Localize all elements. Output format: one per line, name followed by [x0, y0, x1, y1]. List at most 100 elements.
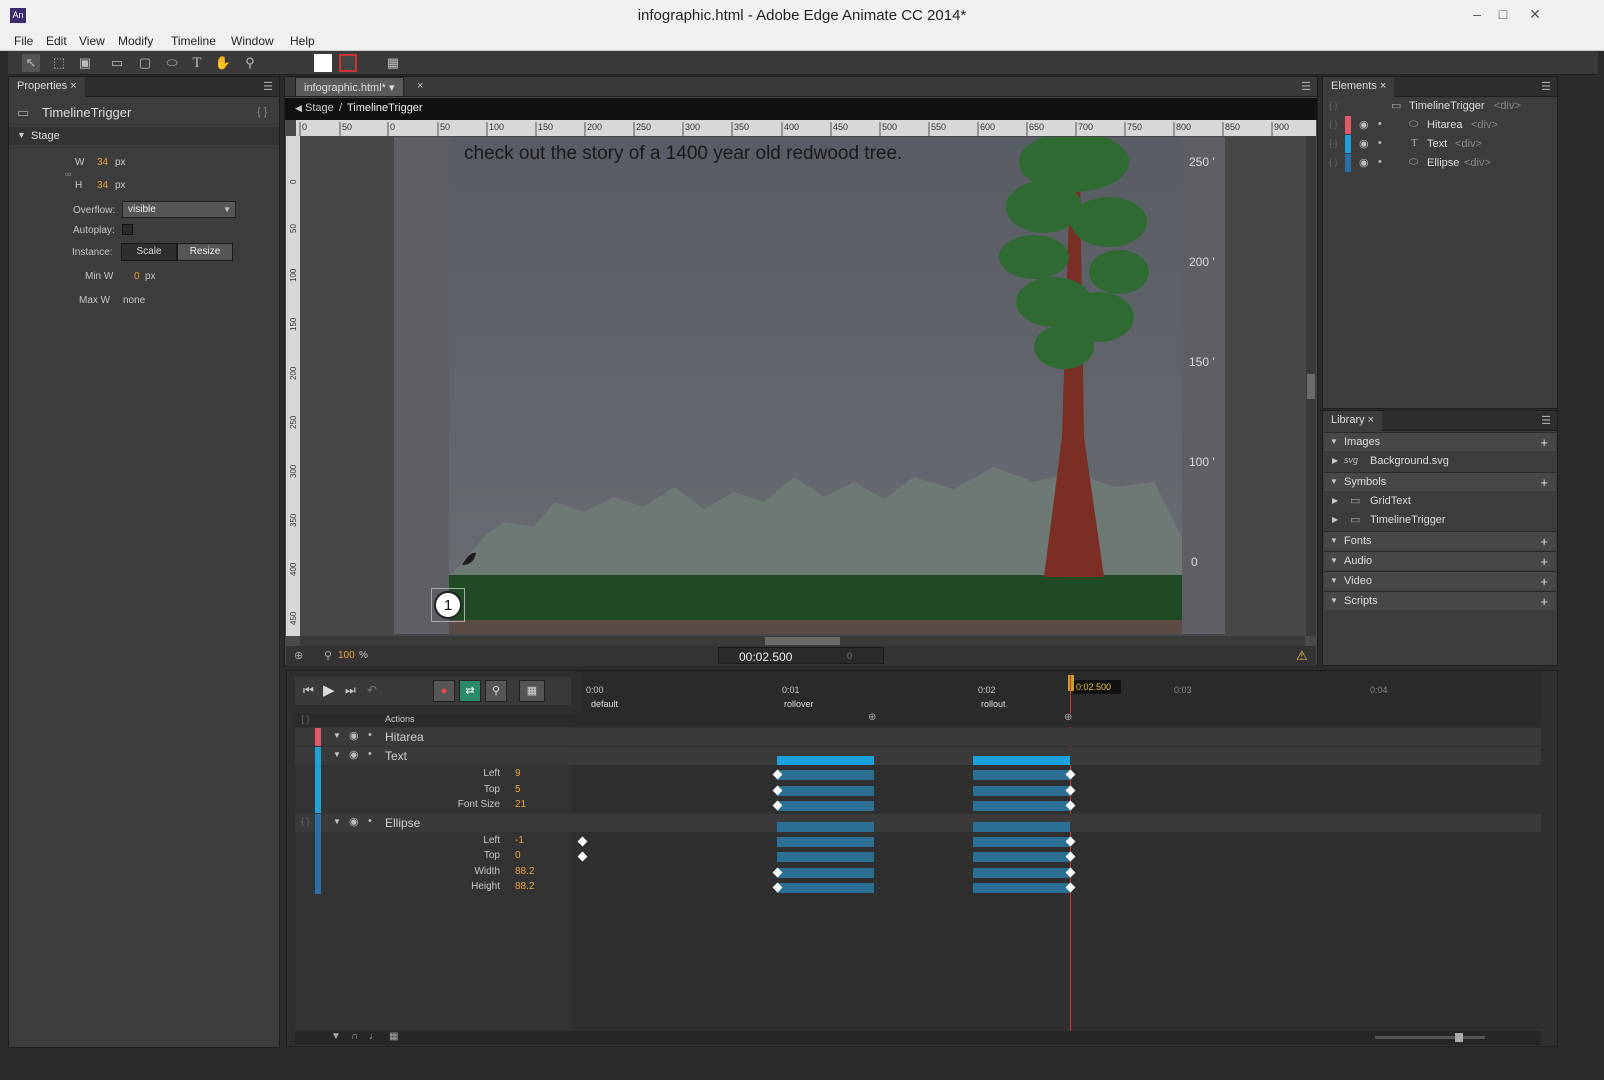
- timeline-trigger-selection[interactable]: 1: [431, 588, 465, 622]
- timeline-row-hitarea[interactable]: ▼ ◉ • Hitarea: [295, 728, 1541, 746]
- vertical-scrollbar[interactable]: [1306, 136, 1316, 636]
- stage-panel-menu-icon[interactable]: ☰: [1301, 80, 1311, 93]
- zoom-value[interactable]: 100: [338, 650, 355, 661]
- braces-icon[interactable]: { }: [1329, 157, 1338, 167]
- max-w-value[interactable]: none: [123, 295, 145, 306]
- prop-left-value[interactable]: 9: [515, 768, 521, 779]
- ellipse-transition-rollout[interactable]: [973, 822, 1070, 832]
- label-rollover[interactable]: rollover: [784, 699, 814, 709]
- keyframe-diamond[interactable]: [577, 836, 588, 847]
- elements-panel-menu-icon[interactable]: ☰: [1541, 80, 1551, 93]
- trigger-icon[interactable]: ⊕: [1064, 712, 1072, 723]
- keyframe-bar[interactable]: [777, 837, 874, 847]
- library-section-scripts[interactable]: ▼ Scripts +: [1324, 591, 1556, 610]
- w-value[interactable]: 34: [97, 157, 108, 168]
- eye-icon[interactable]: ◉: [349, 815, 359, 828]
- keyframe-bar[interactable]: [973, 801, 1070, 811]
- magnet-icon[interactable]: ∩: [351, 1031, 358, 1042]
- braces-icon[interactable]: { }: [1329, 119, 1338, 129]
- library-item-timelinetrigger[interactable]: ▶ ▭ TimelineTrigger: [1324, 511, 1556, 530]
- keyframe-bar[interactable]: [973, 883, 1070, 893]
- min-w-value[interactable]: 0: [134, 271, 140, 282]
- properties-tab[interactable]: Properties ×: [9, 77, 85, 97]
- panel-menu-icon[interactable]: ☰: [263, 80, 273, 93]
- close-tab-icon[interactable]: ×: [417, 80, 423, 92]
- lock-dot-icon[interactable]: •: [1378, 156, 1382, 168]
- code-braces-icon[interactable]: { }: [257, 106, 267, 118]
- auto-transition-icon[interactable]: ⇄: [459, 680, 481, 702]
- clipping-tool-icon[interactable]: ▣: [76, 54, 94, 72]
- scale-button[interactable]: Scale: [121, 243, 177, 261]
- grid-toggle-icon[interactable]: ▦: [384, 54, 402, 72]
- lock-dot-icon[interactable]: •: [368, 748, 372, 760]
- braces-icon[interactable]: { }: [301, 816, 310, 826]
- stage-text[interactable]: check out the story of a 1400 year old r…: [464, 143, 902, 165]
- horizontal-scrollbar[interactable]: [300, 636, 1305, 646]
- library-section-video[interactable]: ▼ Video +: [1324, 571, 1556, 590]
- autoplay-checkbox[interactable]: [122, 224, 133, 235]
- add-audio-icon[interactable]: +: [1540, 554, 1548, 569]
- menu-view[interactable]: View: [79, 34, 105, 48]
- menu-modify[interactable]: Modify: [118, 34, 153, 48]
- back-arrow-icon[interactable]: ◀: [295, 103, 302, 114]
- maximize-icon[interactable]: □: [1488, 4, 1518, 24]
- playhead-handle[interactable]: [1068, 675, 1074, 691]
- timeline-row-ellipse[interactable]: { } ▼ ◉ • Ellipse: [295, 814, 1541, 894]
- library-section-symbols[interactable]: ▼ Symbols +: [1324, 472, 1556, 491]
- document-tab[interactable]: infographic.html* ▾: [295, 77, 404, 97]
- rectangle-tool-icon[interactable]: ▭: [108, 54, 126, 72]
- pin-icon[interactable]: ⚲: [485, 680, 507, 702]
- sound-icon[interactable]: ♩: [369, 1031, 379, 1042]
- ellipse-tool-icon[interactable]: ⬭: [163, 54, 181, 72]
- library-panel-menu-icon[interactable]: ☰: [1541, 414, 1551, 427]
- eye-icon[interactable]: ◉: [1359, 118, 1369, 131]
- h-value[interactable]: 34: [97, 180, 108, 191]
- go-to-end-icon[interactable]: ⏭: [345, 683, 356, 698]
- keyframe-bar[interactable]: [777, 786, 874, 796]
- horizontal-scroll-thumb[interactable]: [765, 637, 840, 645]
- element-row-ellipse[interactable]: { } ◉ • ⬭ Ellipse <div>: [1323, 154, 1557, 172]
- keyframe-bar[interactable]: [777, 801, 874, 811]
- zoom-tool-icon[interactable]: ⚲: [241, 54, 259, 72]
- menu-help[interactable]: Help: [290, 34, 315, 48]
- text-tool-icon[interactable]: T: [188, 54, 206, 72]
- prop-left-value[interactable]: -1: [515, 835, 524, 846]
- keyframe-bar[interactable]: [777, 868, 874, 878]
- add-symbol-icon[interactable]: +: [1540, 475, 1548, 490]
- prop-font-size-value[interactable]: 21: [515, 799, 526, 810]
- keyframe-bar[interactable]: [777, 852, 874, 862]
- elements-tab[interactable]: Elements ×: [1323, 77, 1395, 97]
- warning-icon[interactable]: ⚠: [1296, 648, 1308, 664]
- stage-section-header[interactable]: ▼ Stage: [9, 127, 279, 145]
- add-script-icon[interactable]: +: [1540, 594, 1548, 609]
- keyframe-bar[interactable]: [973, 786, 1070, 796]
- prop-top-value[interactable]: 0: [515, 850, 521, 861]
- menu-file[interactable]: File: [14, 34, 33, 48]
- lock-dot-icon[interactable]: •: [368, 815, 372, 827]
- selection-tool-icon[interactable]: ↖: [22, 54, 40, 72]
- fill-color-swatch[interactable]: [314, 54, 332, 72]
- zoom-slider[interactable]: [1375, 1033, 1485, 1042]
- vertical-scroll-thumb[interactable]: [1307, 374, 1315, 399]
- rounded-rectangle-tool-icon[interactable]: ▢: [136, 54, 154, 72]
- library-section-fonts[interactable]: ▼ Fonts +: [1324, 531, 1556, 550]
- menu-edit[interactable]: Edit: [46, 34, 67, 48]
- add-font-icon[interactable]: +: [1540, 534, 1548, 549]
- auto-keyframe-icon[interactable]: ●: [433, 680, 455, 702]
- text-transition-rollout[interactable]: [973, 756, 1070, 765]
- eye-icon[interactable]: ◉: [349, 748, 359, 761]
- keyframe-bar[interactable]: [973, 852, 1070, 862]
- menu-window[interactable]: Window: [231, 34, 274, 48]
- time-display[interactable]: 00:02.500: [739, 650, 792, 664]
- element-row-timelinetrigger[interactable]: { } ▭ TimelineTrigger <div>: [1323, 97, 1557, 115]
- keyframe-diamond[interactable]: [577, 851, 588, 862]
- prop-height-value[interactable]: 88.2: [515, 881, 534, 892]
- add-image-icon[interactable]: +: [1540, 435, 1548, 450]
- eye-icon[interactable]: ◉: [349, 729, 359, 742]
- braces-icon[interactable]: { }: [1329, 138, 1338, 148]
- timeline-row-text[interactable]: ▼ ◉ • Text: [295, 747, 1541, 813]
- library-tab[interactable]: Library ×: [1323, 411, 1383, 431]
- timeline-options-icon[interactable]: ▦: [519, 680, 545, 702]
- triangle-right-icon[interactable]: ▶: [1332, 515, 1338, 524]
- add-video-icon[interactable]: +: [1540, 574, 1548, 589]
